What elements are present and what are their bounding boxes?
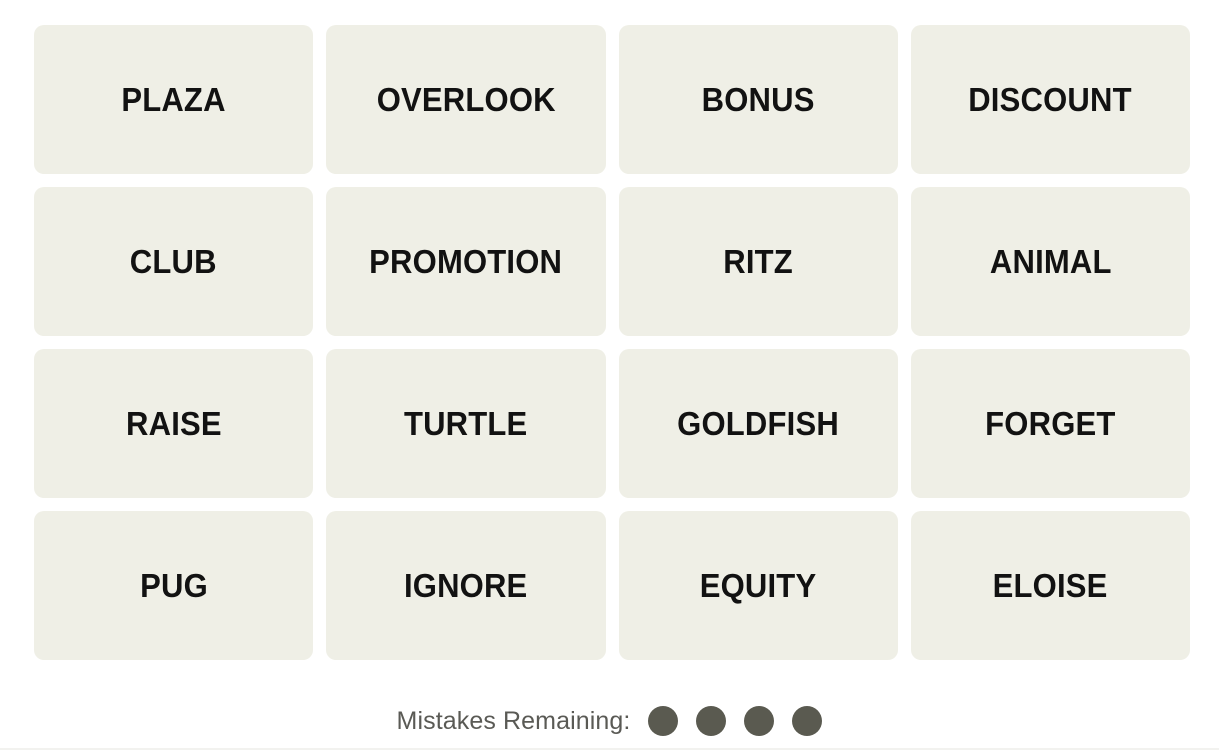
word-tile[interactable]: PROMOTION — [326, 187, 606, 336]
word-tile-label: CLUB — [130, 243, 218, 280]
mistakes-remaining-row: Mistakes Remaining: — [0, 700, 1219, 742]
mistakes-remaining-label: Mistakes Remaining: — [396, 706, 631, 735]
mistake-dot — [792, 706, 823, 736]
word-tile[interactable]: ELOISE — [910, 511, 1190, 660]
word-tile-label: RAISE — [125, 405, 222, 442]
word-tile[interactable]: FORGET — [910, 349, 1190, 498]
word-tile[interactable]: PLAZA — [34, 25, 314, 174]
word-tile[interactable]: BONUS — [618, 25, 898, 174]
word-tile-label: TURTLE — [404, 405, 528, 442]
word-tile-label: ANIMAL — [989, 243, 1112, 280]
mistake-dot — [696, 706, 727, 736]
word-tile-label: BONUS — [701, 81, 815, 118]
mistakes-dot-group — [648, 706, 823, 736]
word-tile-label: EQUITY — [699, 567, 817, 604]
connections-game-board: PLAZA OVERLOOK BONUS DISCOUNT CLUB PROMO… — [0, 0, 1219, 750]
word-tile[interactable]: CLUB — [34, 187, 314, 336]
word-tile[interactable]: ANIMAL — [910, 187, 1190, 336]
word-tile-label: PLAZA — [121, 81, 226, 118]
word-tile-label: OVERLOOK — [376, 81, 556, 118]
word-tile-label: PUG — [139, 567, 208, 604]
mistake-dot — [744, 706, 775, 736]
word-tile[interactable]: IGNORE — [326, 511, 606, 660]
word-tile[interactable]: RAISE — [34, 349, 314, 498]
word-tile[interactable]: EQUITY — [618, 511, 898, 660]
word-tile[interactable]: OVERLOOK — [326, 25, 606, 174]
word-tile-label: GOLDFISH — [677, 405, 840, 442]
word-tile-label: IGNORE — [404, 567, 528, 604]
word-tile[interactable]: DISCOUNT — [910, 25, 1190, 174]
word-tile-label: FORGET — [985, 405, 1116, 442]
word-tile[interactable]: RITZ — [618, 187, 898, 336]
mistake-dot — [648, 706, 679, 736]
word-tile[interactable]: PUG — [34, 511, 314, 660]
word-grid: PLAZA OVERLOOK BONUS DISCOUNT CLUB PROMO… — [34, 25, 1190, 660]
word-tile[interactable]: TURTLE — [326, 349, 606, 498]
word-tile-label: PROMOTION — [369, 243, 563, 280]
word-tile-label: ELOISE — [992, 567, 1108, 604]
word-tile-label: RITZ — [723, 243, 793, 280]
word-tile-label: DISCOUNT — [968, 81, 1133, 118]
word-tile[interactable]: GOLDFISH — [618, 349, 898, 498]
